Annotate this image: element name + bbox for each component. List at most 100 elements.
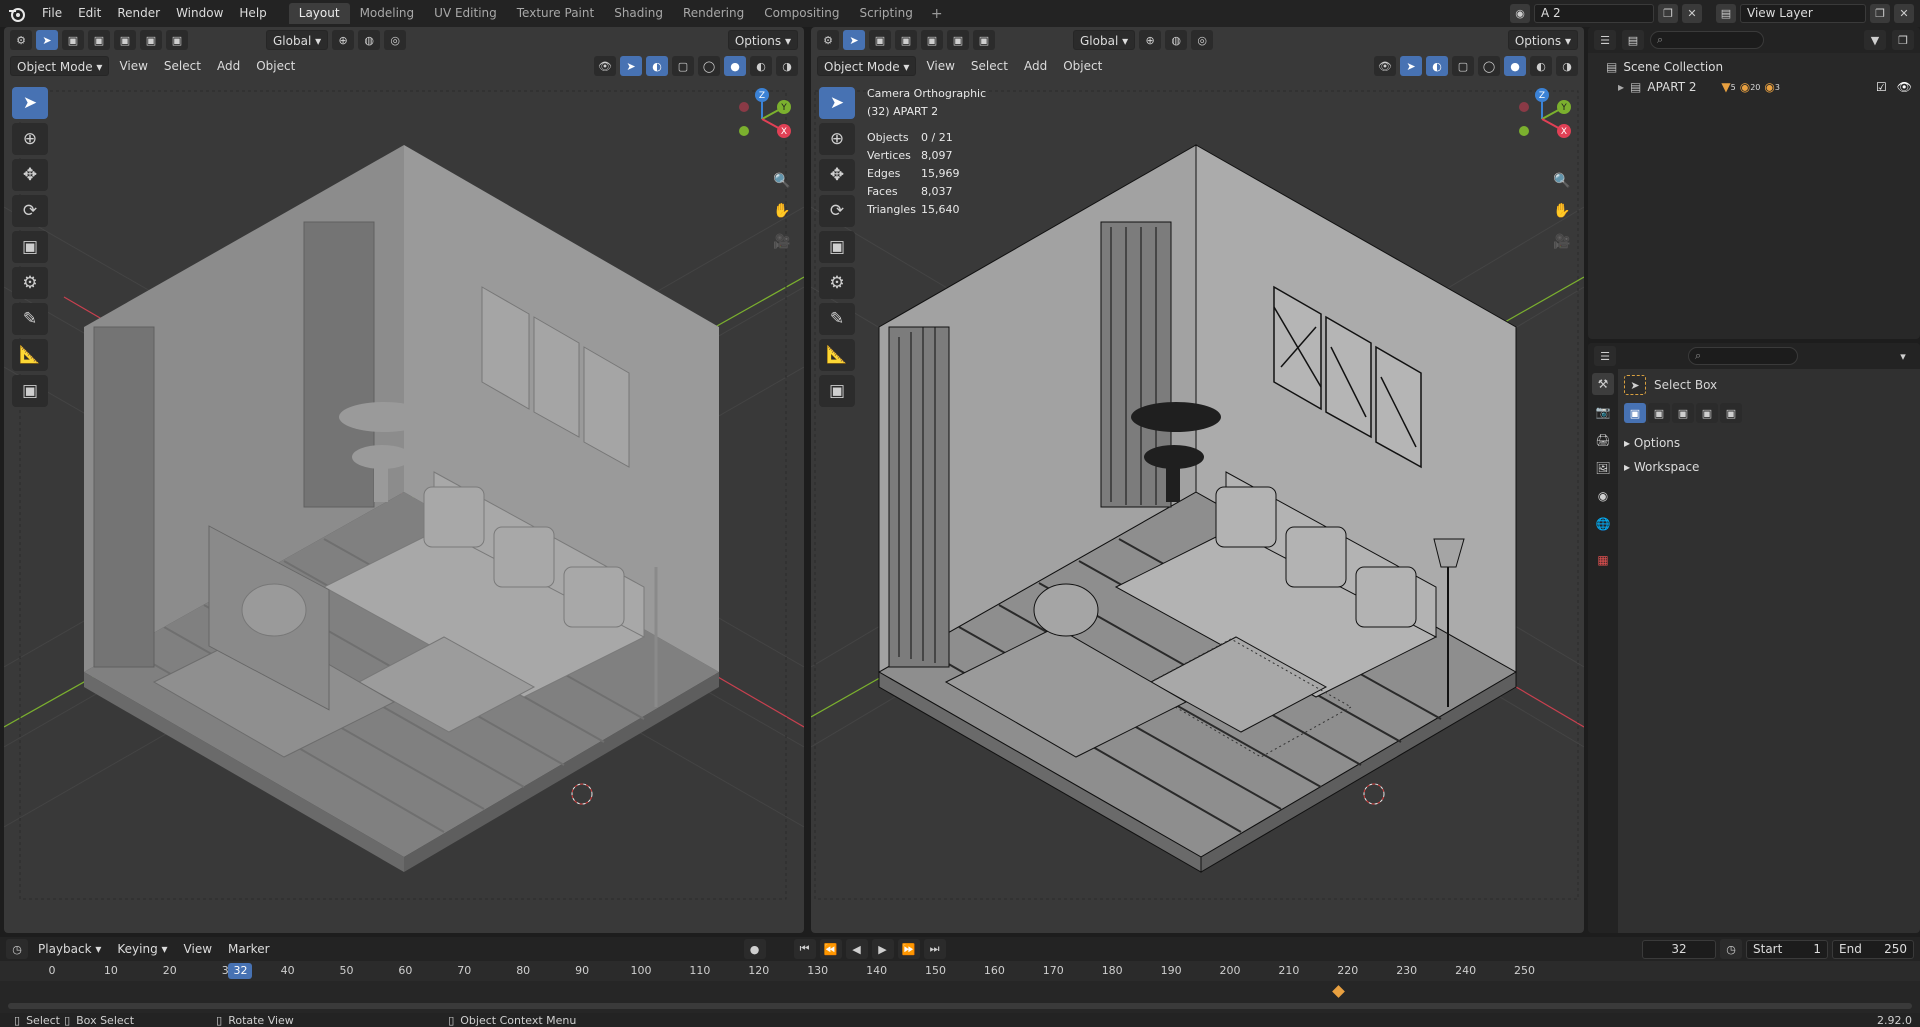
shading-solid-icon[interactable]: ● xyxy=(724,56,746,76)
start-frame-field[interactable]: Start 1 xyxy=(1746,939,1828,959)
current-frame-field[interactable]: 32 xyxy=(1642,939,1716,959)
tab-texture-paint[interactable]: Texture Paint xyxy=(507,3,604,24)
select-mode-invert-icon[interactable]: ▣ xyxy=(947,30,969,50)
select-mode-invert-icon[interactable]: ▣ xyxy=(140,30,162,50)
camera-view-icon[interactable]: 🎥 xyxy=(770,230,794,254)
keyframe-marker[interactable] xyxy=(1332,985,1345,998)
overlay-toggle-icon[interactable]: ◐ xyxy=(646,56,668,76)
tab-compositing[interactable]: Compositing xyxy=(754,3,849,24)
select-box-icon[interactable]: ➤ xyxy=(819,87,855,119)
select-mode-subtract-icon[interactable]: ▣ xyxy=(921,30,943,50)
workspace-subpanel[interactable]: ▸ Workspace xyxy=(1624,455,1914,479)
expand-arrow-icon[interactable]: ▸ xyxy=(1618,80,1624,94)
proportional-edit-icon[interactable]: ◎ xyxy=(1191,30,1214,50)
mode-extend-icon[interactable]: ▣ xyxy=(1648,403,1670,423)
camera-view-icon[interactable]: 🎥 xyxy=(1550,230,1574,254)
add-workspace-button[interactable]: + xyxy=(923,6,951,22)
play-icon[interactable]: ▶ xyxy=(871,939,894,959)
filter-icon[interactable]: ▼ xyxy=(1864,30,1886,50)
visibility-eye-icon[interactable]: 👁 xyxy=(1897,80,1912,94)
editor-type-icon[interactable]: ⚙ xyxy=(817,30,839,50)
tab-scripting[interactable]: Scripting xyxy=(849,3,922,24)
select-box-tool-icon[interactable]: ➤ xyxy=(1624,375,1646,395)
shading-material-icon[interactable]: ◐ xyxy=(1530,56,1552,76)
menu-edit[interactable]: Edit xyxy=(70,0,109,27)
jump-start-icon[interactable]: ⏮ xyxy=(793,939,816,959)
chevron-down-icon[interactable]: ▾ xyxy=(1892,346,1914,366)
scene-icon[interactable]: ◉ xyxy=(1510,4,1530,23)
menu-view[interactable]: View xyxy=(113,56,153,76)
zoom-icon[interactable]: 🔍 xyxy=(770,169,794,193)
editor-type-icon[interactable]: ☰ xyxy=(1594,30,1616,50)
tab-rendering[interactable]: Rendering xyxy=(673,3,754,24)
select-box-icon[interactable]: ➤ xyxy=(12,87,48,119)
snap-icon[interactable]: ◍ xyxy=(1165,30,1188,50)
menu-help[interactable]: Help xyxy=(231,0,274,27)
menu-file[interactable]: File xyxy=(34,0,70,27)
xray-icon[interactable]: ▢ xyxy=(1452,56,1474,76)
view-layer-icon[interactable]: ▤ xyxy=(1716,4,1736,23)
menu-select[interactable]: Select xyxy=(158,56,207,76)
menu-add[interactable]: Add xyxy=(211,56,246,76)
timeline-scrollbar[interactable] xyxy=(8,1003,1912,1009)
object-mode-dropdown[interactable]: Object Mode ▾ xyxy=(10,56,110,76)
options-subpanel[interactable]: ▸ Options xyxy=(1624,431,1914,455)
rotate-icon[interactable]: ⟳ xyxy=(819,195,855,227)
measure-icon[interactable]: 📐 xyxy=(12,339,48,371)
options-dropdown[interactable]: Options ▾ xyxy=(727,30,798,50)
visibility-icon[interactable]: 👁 xyxy=(1374,56,1396,76)
overlay-toggle-icon[interactable]: ◐ xyxy=(1426,56,1448,76)
shading-rendered-icon[interactable]: ◑ xyxy=(1556,56,1578,76)
select-tool-icon[interactable]: ➤ xyxy=(843,30,865,50)
move-icon[interactable]: ✥ xyxy=(12,159,48,191)
gizmo-toggle-icon[interactable]: ➤ xyxy=(1400,56,1422,76)
scene-name-field[interactable]: A 2 xyxy=(1534,4,1654,23)
rotate-icon[interactable]: ⟳ xyxy=(12,195,48,227)
tab-uv-editing[interactable]: UV Editing xyxy=(424,3,507,24)
properties-search-input[interactable]: ⌕ xyxy=(1688,347,1798,365)
transform-orientation-dropdown[interactable]: Global ▾ xyxy=(1073,30,1136,50)
menu-add[interactable]: Add xyxy=(1018,56,1053,76)
timeline-track-area[interactable] xyxy=(0,981,1920,1013)
display-mode-icon[interactable]: ▤ xyxy=(1622,30,1644,50)
tree-row-scene-collection[interactable]: ▤ Scene Collection xyxy=(1606,57,1920,77)
playhead[interactable]: 32 xyxy=(228,963,253,979)
blender-logo-icon[interactable] xyxy=(0,0,34,27)
transform-icon[interactable]: ⚙ xyxy=(819,267,855,299)
new-view-layer-icon[interactable]: ❐ xyxy=(1870,4,1890,23)
outliner-search-input[interactable]: ⌕ xyxy=(1650,31,1764,49)
annotate-icon[interactable]: ✎ xyxy=(819,303,855,335)
texture-tab-icon[interactable]: ▦ xyxy=(1592,549,1614,571)
shading-wireframe-icon[interactable]: ◯ xyxy=(1478,56,1500,76)
view-layer-field[interactable]: View Layer xyxy=(1740,4,1866,23)
editor-type-icon[interactable]: ⚙ xyxy=(10,30,32,50)
play-reverse-icon[interactable]: ◀ xyxy=(845,939,868,959)
menu-view[interactable]: View xyxy=(178,939,218,959)
menu-object[interactable]: Object xyxy=(1057,56,1108,76)
menu-object[interactable]: Object xyxy=(250,56,301,76)
select-mode-intersect-icon[interactable]: ▣ xyxy=(166,30,188,50)
playback-dropdown[interactable]: Playback ▾ xyxy=(32,939,107,959)
cursor-icon[interactable]: ⊕ xyxy=(12,123,48,155)
measure-icon[interactable]: 📐 xyxy=(819,339,855,371)
select-mode-new-icon[interactable]: ▣ xyxy=(62,30,84,50)
tab-shading[interactable]: Shading xyxy=(604,3,673,24)
mode-subtract-icon[interactable]: ▣ xyxy=(1672,403,1694,423)
viewport-right[interactable]: ⚙ ➤ ▣ ▣ ▣ ▣ ▣ Global ▾ ⊕ ◍ ◎ Options ▾ O… xyxy=(811,27,1584,933)
exclude-checkbox[interactable]: ☑ xyxy=(1876,80,1887,94)
mode-intersect-icon[interactable]: ▣ xyxy=(1720,403,1742,423)
navigation-gizmo[interactable]: Z Y X xyxy=(1510,87,1574,151)
select-mode-extend-icon[interactable]: ▣ xyxy=(895,30,917,50)
menu-view[interactable]: View xyxy=(920,56,960,76)
pivot-icon[interactable]: ⊕ xyxy=(1139,30,1162,50)
scene-tab-icon[interactable]: ◉ xyxy=(1592,485,1614,507)
pan-hand-icon[interactable]: ✋ xyxy=(1550,199,1574,223)
mode-difference-icon[interactable]: ▣ xyxy=(1696,403,1718,423)
select-mode-subtract-icon[interactable]: ▣ xyxy=(114,30,136,50)
menu-select[interactable]: Select xyxy=(965,56,1014,76)
shading-rendered-icon[interactable]: ◑ xyxy=(776,56,798,76)
scale-icon[interactable]: ▣ xyxy=(12,231,48,263)
add-cube-icon[interactable]: ▣ xyxy=(819,375,855,407)
move-icon[interactable]: ✥ xyxy=(819,159,855,191)
render-tab-icon[interactable]: 📷 xyxy=(1592,401,1614,423)
